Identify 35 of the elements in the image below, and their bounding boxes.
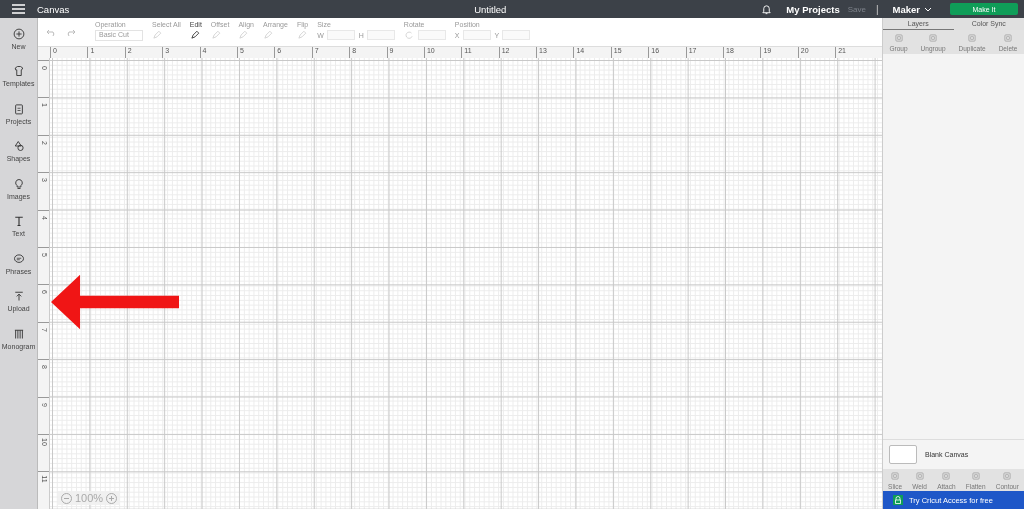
canvas-thumbnail[interactable] <box>889 445 917 464</box>
pencil-icon[interactable] <box>189 30 200 40</box>
machine-dropdown[interactable]: Maker <box>892 3 932 15</box>
rotate-icon <box>403 30 414 40</box>
sidebar-icon <box>12 65 25 78</box>
sidebar-icon <box>12 215 25 228</box>
project-title: Untitled <box>473 3 508 15</box>
zoom-in-icon[interactable] <box>106 492 118 504</box>
sidebar-icon <box>12 102 25 115</box>
action-icon <box>967 32 978 43</box>
action-icon <box>1002 470 1013 481</box>
section-title: Canvas <box>37 3 70 15</box>
bell-icon[interactable] <box>761 3 773 15</box>
action-icon <box>941 470 952 481</box>
caret-icon <box>924 6 932 12</box>
redo-icon[interactable] <box>65 28 76 37</box>
menu-icon[interactable] <box>12 4 25 14</box>
separator: | <box>875 3 879 15</box>
action-icon <box>890 470 901 481</box>
sidebar-icon <box>12 27 25 40</box>
sidebar-icon <box>12 290 25 303</box>
lock-icon <box>893 495 903 505</box>
action-icon <box>928 32 939 43</box>
action-icon <box>1003 32 1014 43</box>
action-icon <box>914 470 925 481</box>
sidebar-icon <box>12 177 25 190</box>
sidebar-icon <box>12 327 25 340</box>
undo-icon[interactable] <box>46 28 57 37</box>
action-icon <box>893 32 904 43</box>
my-projects-link[interactable]: My Projects <box>786 3 840 15</box>
sidebar-icon <box>12 252 25 265</box>
zoom-level: 100% <box>75 492 104 504</box>
sidebar-icon <box>12 140 25 153</box>
action-icon <box>970 470 981 481</box>
zoom-out-icon[interactable] <box>61 492 72 504</box>
